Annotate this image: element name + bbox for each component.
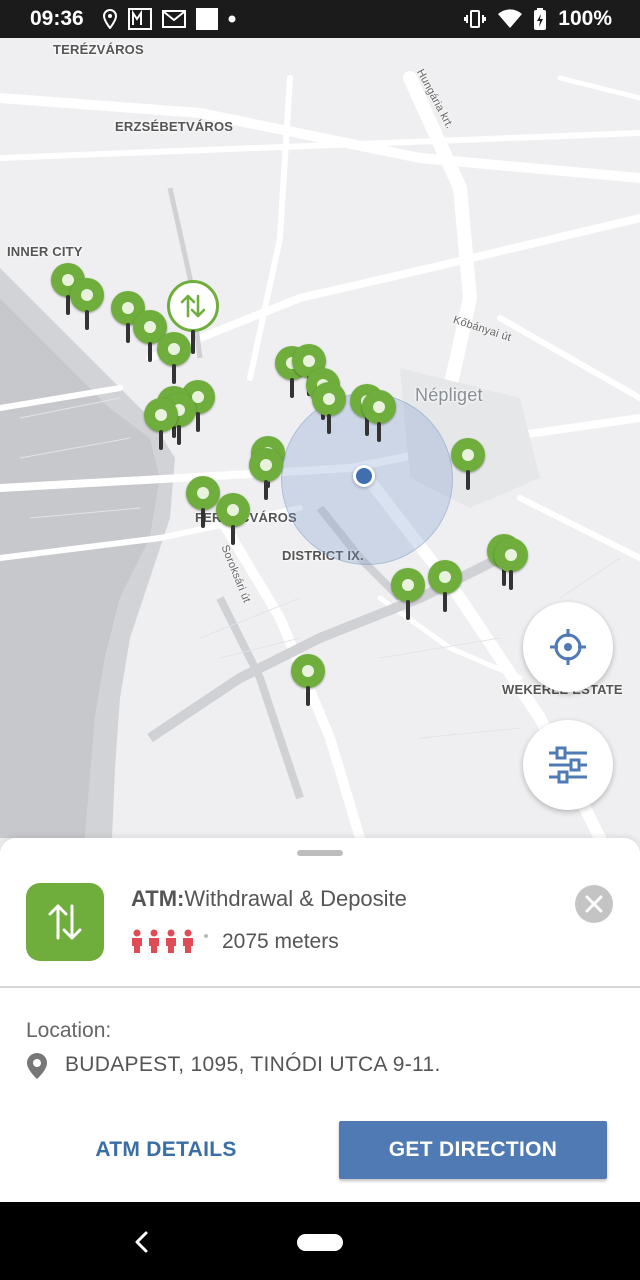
get-direction-button[interactable]: GET DIRECTION [339,1121,607,1179]
address-text: BUDAPEST, 1095, TINÓDI UTCA 9-11. [65,1053,441,1076]
atm-transfer-icon [167,280,219,332]
atm-pin[interactable] [451,438,485,490]
close-icon [585,895,603,913]
back-icon[interactable] [132,1230,150,1254]
filter-sliders-icon [549,746,587,784]
filter-button[interactable] [523,720,613,810]
status-bar: 09:36 100% [0,0,640,38]
map-view[interactable]: TERÉZVÁROS ERZSÉBETVÁROS INNER CITY Népl… [0,38,640,838]
atm-pin[interactable] [391,568,425,620]
transfer-arrows-icon [48,904,82,940]
atm-detail-sheet: ATM:Withdrawal & Deposite 2075 meters Lo… [0,838,640,1203]
person-icon [166,929,176,953]
map-pin-icon [27,1053,47,1079]
location-icon [102,9,117,29]
atm-pin[interactable] [70,278,104,330]
dot-icon [228,15,236,23]
separator-dot [204,934,208,938]
location-label: Location: [26,1019,112,1042]
distance-text: 2075 meters [222,930,339,953]
map-label-nepliget: Népliget [415,385,483,405]
battery-level: 100% [558,7,612,30]
atm-pin[interactable] [362,390,396,442]
atm-type-badge [26,883,104,961]
atm-type: Withdrawal & Deposite [184,886,407,911]
atm-pin[interactable] [249,448,283,500]
selected-atm-pin[interactable] [167,280,223,354]
wifi-icon [498,9,523,28]
crowd-indicator [130,929,195,953]
system-icons: 100% [464,0,612,38]
atm-pin[interactable] [428,560,462,612]
atm-pin[interactable] [216,493,250,545]
home-pill[interactable] [297,1234,343,1251]
atm-pin[interactable] [186,476,220,528]
current-location-dot [353,465,375,487]
square-icon [195,8,218,30]
my-location-icon [550,629,586,665]
atm-pin[interactable] [291,654,325,706]
close-button[interactable] [575,885,613,923]
map-label-terezvaros: TERÉZVÁROS [53,42,144,57]
atm-pin[interactable] [144,398,178,450]
navigation-bar [0,1202,640,1280]
person-icon [149,929,159,953]
map-label-inner-city: INNER CITY [7,244,83,259]
divider [0,986,640,988]
person-icon [132,929,142,953]
atm-label: ATM: [131,886,185,911]
map-label-erzsebetvaros: ERZSÉBETVÁROS [115,119,234,134]
atm-title: ATM:Withdrawal & Deposite [131,886,407,912]
atm-pin[interactable] [312,382,346,434]
battery-icon [534,8,547,30]
my-location-button[interactable] [523,602,613,692]
notification-icons [102,8,236,30]
vibrate-icon [464,10,487,28]
clock: 09:36 [30,7,84,30]
news-icon [127,8,152,30]
atm-pin[interactable] [494,538,528,590]
atm-details-button[interactable]: ATM DETAILS [60,1121,272,1179]
person-icon [183,929,193,953]
gmail-icon [161,10,186,28]
sheet-drag-handle[interactable] [297,850,343,856]
